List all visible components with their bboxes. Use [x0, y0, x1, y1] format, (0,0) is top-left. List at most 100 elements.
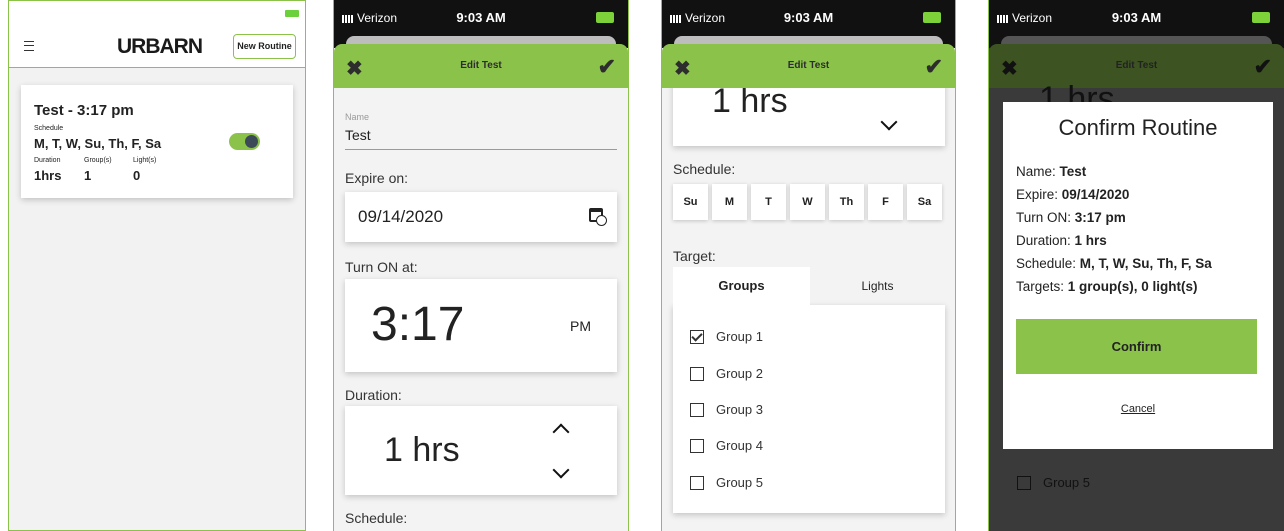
- battery-icon: [596, 12, 614, 23]
- summary-expire: Expire: 09/14/2020: [1016, 187, 1129, 202]
- group-row-2[interactable]: Group 2: [690, 365, 763, 381]
- group-name: Group 5: [716, 475, 763, 491]
- day-button-th[interactable]: Th: [829, 184, 864, 220]
- group-row-4[interactable]: Group 4: [690, 437, 763, 453]
- checkbox-icon[interactable]: [690, 366, 704, 381]
- save-check-icon: ✔: [1253, 54, 1272, 79]
- summary-value: M, T, W, Su, Th, F, Sa: [1079, 256, 1212, 271]
- schedule-value: M, T, W, Su, Th, F, Sa: [34, 136, 162, 151]
- header-title: Edit Test: [787, 60, 830, 71]
- checkbox-icon: [1017, 475, 1031, 490]
- checkbox-checked-icon[interactable]: [690, 329, 704, 344]
- urbarn-logo: URBARN: [117, 35, 203, 58]
- schedule-label: Schedule:: [345, 510, 408, 526]
- groups-label: Group(s): [84, 157, 112, 164]
- name-label: Name: [345, 112, 370, 122]
- save-check-icon[interactable]: ✔: [598, 54, 616, 80]
- status-time: 9:03 AM: [1111, 10, 1162, 25]
- tab-groups[interactable]: Groups: [673, 267, 810, 307]
- summary-key: Targets:: [1016, 279, 1068, 294]
- save-check-icon[interactable]: ✔: [925, 54, 943, 80]
- expire-label: Expire on:: [345, 170, 409, 186]
- screen-routines: URBARN New Routine Test - 3:17 pm Schedu…: [8, 0, 306, 531]
- summary-key: Expire:: [1016, 187, 1062, 202]
- routine-title: Test - 3:17 pm: [34, 102, 134, 119]
- cancel-link[interactable]: Cancel: [1003, 403, 1273, 415]
- edit-header: ✖ Edit Test ✔: [334, 44, 628, 88]
- battery-icon: [1252, 12, 1270, 23]
- toggle-knob: [245, 135, 258, 148]
- chevron-down-icon[interactable]: [552, 461, 570, 479]
- summary-key: Duration:: [1016, 233, 1075, 248]
- duration-value: 1hrs: [34, 168, 62, 183]
- group-row-5[interactable]: Group 5: [690, 474, 763, 490]
- status-time: 9:03 AM: [456, 10, 506, 25]
- schedule-label: Schedule: [34, 125, 64, 132]
- chevron-down-icon[interactable]: [880, 113, 898, 131]
- header-title: Edit Test: [460, 60, 502, 71]
- summary-value: 3:17 pm: [1074, 210, 1126, 225]
- day-button-sa[interactable]: Sa: [907, 184, 942, 220]
- routine-card[interactable]: Test - 3:17 pm Schedule M, T, W, Su, Th,…: [21, 85, 293, 198]
- status-bar: Verizon 9:03 AM: [662, 0, 955, 36]
- ampm-value: PM: [570, 318, 591, 334]
- target-label: Target:: [673, 248, 716, 264]
- group-name: Group 2: [716, 366, 763, 382]
- summary-schedule: Schedule: M, T, W, Su, Th, F, Sa: [1016, 256, 1212, 271]
- status-bar: Verizon 9:03 AM: [989, 0, 1284, 36]
- summary-value: 1 group(s), 0 light(s): [1067, 279, 1198, 294]
- bg-group-row: Group 5: [1017, 474, 1090, 490]
- name-input[interactable]: Test: [345, 127, 617, 150]
- day-button-m[interactable]: M: [712, 184, 747, 220]
- duration-value: 1 hrs: [384, 431, 460, 469]
- chevron-up-icon[interactable]: [552, 423, 570, 441]
- header-title: Edit Test: [1115, 60, 1158, 71]
- day-button-t[interactable]: T: [751, 184, 786, 220]
- time-value: 3:17: [371, 298, 465, 351]
- summary-targets: Targets: 1 group(s), 0 light(s): [1016, 279, 1198, 294]
- calendar-icon[interactable]: [589, 208, 607, 226]
- summary-name: Name: Test: [1016, 164, 1086, 179]
- checkbox-icon[interactable]: [690, 438, 704, 453]
- group-name: Group 1: [716, 329, 763, 345]
- expire-date-value: 09/14/2020: [358, 207, 444, 226]
- time-picker[interactable]: 3:17 PM: [345, 279, 617, 372]
- summary-value: 09/14/2020: [1061, 187, 1130, 202]
- tab-lights[interactable]: Lights: [810, 267, 945, 305]
- turn-on-label: Turn ON at:: [345, 259, 418, 275]
- dialog-title: Confirm Routine: [1058, 115, 1218, 140]
- edit-header: ✖ Edit Test ✔: [662, 44, 955, 88]
- group-name: Group 4: [716, 438, 763, 454]
- group-name: Group 3: [716, 402, 763, 418]
- summary-value: Test: [1059, 164, 1087, 179]
- summary-turn-on: Turn ON: 3:17 pm: [1016, 210, 1126, 225]
- group-row-1[interactable]: Group 1: [690, 328, 763, 344]
- screen-edit-target: Verizon 9:03 AM 1 hrs ✖ Edit Test ✔ Sche…: [661, 0, 956, 531]
- top-bar: URBARN New Routine: [9, 1, 305, 68]
- routine-toggle[interactable]: [229, 133, 260, 150]
- new-routine-button[interactable]: New Routine: [233, 34, 296, 59]
- lights-label: Light(s): [133, 157, 157, 164]
- screen-confirm: Verizon 9:03 AM ✖ Edit Test ✔ 1 hrs Grou…: [988, 0, 1284, 531]
- summary-key: Turn ON:: [1016, 210, 1075, 225]
- menu-icon[interactable]: [24, 41, 34, 51]
- day-button-w[interactable]: W: [790, 184, 825, 220]
- checkbox-icon[interactable]: [690, 402, 704, 417]
- edit-header-dimmed: ✖ Edit Test ✔: [989, 44, 1284, 88]
- schedule-label: Schedule:: [673, 161, 736, 177]
- checkbox-icon[interactable]: [690, 475, 704, 490]
- status-time: 9:03 AM: [783, 10, 834, 25]
- battery-icon: [923, 12, 941, 23]
- day-button-su[interactable]: Su: [673, 184, 708, 220]
- summary-value: 1 hrs: [1074, 233, 1107, 248]
- summary-key: Schedule:: [1016, 256, 1080, 271]
- group-row-3[interactable]: Group 3: [690, 401, 763, 417]
- expire-date-field[interactable]: 09/14/2020: [345, 192, 617, 242]
- battery-icon: [285, 10, 299, 17]
- confirm-button[interactable]: Confirm: [1016, 319, 1257, 374]
- screen-edit-top: Verizon 9:03 AM ✖ Edit Test ✔ Name Test …: [333, 0, 629, 531]
- duration-picker[interactable]: 1 hrs: [345, 406, 617, 495]
- status-bar: Verizon 9:03 AM: [334, 0, 628, 36]
- day-button-f[interactable]: F: [868, 184, 903, 220]
- groups-value: 1: [84, 168, 92, 183]
